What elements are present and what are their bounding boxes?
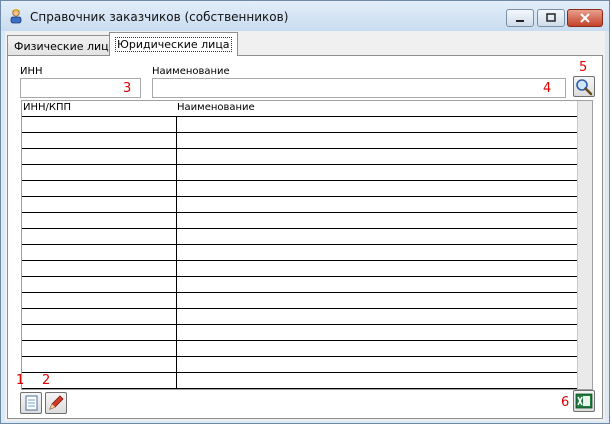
annotation-6: 6	[561, 395, 570, 410]
user-icon	[10, 9, 22, 24]
window-title: Справочник заказчиков (собственников)	[30, 10, 289, 24]
table-row[interactable]	[22, 181, 578, 197]
search-button[interactable]	[573, 76, 595, 97]
close-icon	[580, 13, 590, 23]
table-row[interactable]	[22, 309, 578, 325]
column-header-name[interactable]: Наименование	[177, 102, 255, 113]
table-row[interactable]	[22, 229, 578, 245]
table-header: ИНН/КПП Наименование	[22, 101, 578, 117]
tab-label: Физические лица	[14, 40, 116, 53]
client-area: Физические лица Юридические лица ИНН 3 Н…	[5, 31, 605, 421]
name-label: Наименование	[152, 66, 230, 77]
pencil-icon	[49, 395, 64, 410]
table-row[interactable]	[22, 373, 578, 389]
table-row[interactable]	[22, 117, 578, 133]
table-row[interactable]	[22, 261, 578, 277]
minimize-icon	[516, 20, 524, 22]
inn-label: ИНН	[20, 66, 43, 77]
app-window: Справочник заказчиков (собственников) Фи…	[0, 0, 610, 424]
excel-icon	[575, 393, 593, 409]
table-row[interactable]	[22, 357, 578, 373]
annotation-5: 5	[579, 60, 588, 75]
table-row[interactable]	[22, 133, 578, 149]
maximize-icon	[546, 13, 556, 22]
table-row[interactable]	[22, 245, 578, 261]
table-row[interactable]	[22, 213, 578, 229]
edit-record-button[interactable]	[45, 392, 67, 414]
tab-label: Юридические лица	[115, 37, 232, 52]
table-row[interactable]	[22, 197, 578, 213]
document-icon	[25, 395, 38, 411]
minimize-button[interactable]	[506, 9, 534, 27]
column-divider	[176, 116, 177, 389]
annotation-3: 3	[123, 81, 132, 96]
annotation-2: 2	[42, 373, 51, 388]
table-row[interactable]	[22, 277, 578, 293]
name-input[interactable]	[152, 78, 566, 98]
title-bar[interactable]: Справочник заказчиков (собственников)	[1, 1, 609, 31]
column-header-inn-kpp[interactable]: ИНН/КПП	[23, 102, 71, 113]
export-excel-button[interactable]	[573, 390, 595, 412]
annotation-4: 4	[543, 81, 552, 96]
table-row[interactable]	[22, 325, 578, 341]
tab-legal-entities[interactable]: Юридические лица	[109, 32, 238, 56]
table-row[interactable]	[22, 165, 578, 181]
table-row[interactable]	[22, 341, 578, 357]
add-record-button[interactable]	[20, 392, 42, 414]
table-row[interactable]	[22, 149, 578, 165]
close-button[interactable]	[567, 9, 603, 27]
tab-panel: ИНН 3 Наименование 4 5 ИНН/КПП Наименова…	[7, 55, 603, 419]
magnifier-icon	[576, 79, 593, 96]
maximize-button[interactable]	[537, 9, 565, 27]
table-row[interactable]	[22, 293, 578, 309]
tab-individuals[interactable]: Физические лица	[7, 35, 123, 55]
vertical-scrollbar[interactable]	[577, 101, 592, 389]
annotation-1: 1	[16, 373, 25, 388]
entities-table[interactable]: ИНН/КПП Наименование	[21, 100, 593, 390]
